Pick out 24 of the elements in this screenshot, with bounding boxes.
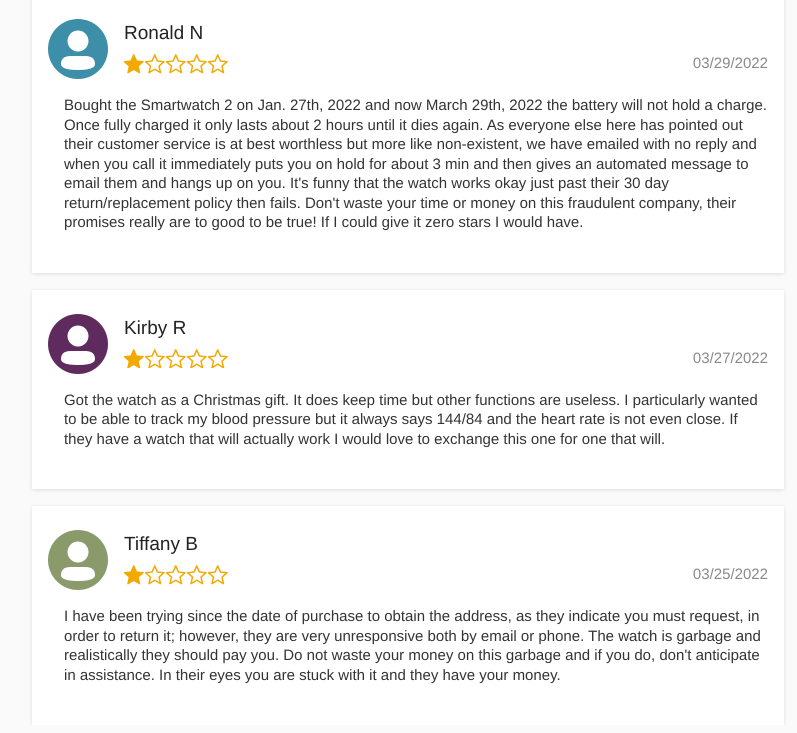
review-date: 03/29/2022 (692, 55, 768, 72)
reviewer-name: Tiffany B (124, 533, 198, 557)
reviewer-name: Kirby R (124, 316, 186, 340)
review-date: 03/27/2022 (692, 350, 768, 367)
review-text: Bought the Smartwatch 2 on Jan. 27th, 2022 and now March 29th, 2022 the battery will not hold a charge. Once fully charged it only lasts about 2 hours until it dies again. As everyone else here has pointed out their customer service is at best worthless but more like non-existent, we have emailed with no reply and when you call it immediately puts you on hold for about 3 min and then gives an automated message to email them and hangs up on you. It's funny that the watch works okay just past their 30 day return/replacement policy then fails. Don't waste your time or money on this fraudulent company, their promises really are to good to be true! If I could give it zero stars I would have. (63, 96, 768, 232)
star-icon (145, 565, 164, 584)
star-icon (166, 348, 186, 368)
star-icon (208, 54, 228, 74)
star-icon (187, 54, 206, 74)
star-icon (124, 54, 144, 74)
review-date: 03/25/2022 (692, 566, 768, 584)
review-text: I have been trying since the date of purchase to obtain the address, as they indicate you must request, in order to return it; however, they are very unresponsive both by email or phone. The watch is garbage and realistically they should pay you. Do not waste your money on this garbage and if you do, don't anticipate in assistance. In their eyes you are stuck with it and they have your money. (63, 607, 762, 685)
reviewer-name: Ronald N (124, 22, 204, 46)
star-icon (124, 348, 144, 368)
star-icon (187, 565, 206, 584)
star-icon (187, 348, 206, 368)
star-icon (145, 348, 164, 368)
star-icon (208, 565, 228, 584)
star-icon (166, 565, 186, 584)
star-icon (166, 54, 186, 74)
star-icon (145, 54, 164, 74)
star-icon (208, 348, 228, 368)
review-text: Got the watch as a Christmas gift. It does keep time but other functions are useless. I particularly wanted to be able to track my blood pressure but it always says 144/84 and the heart rate is not even close. If they have a watch that will actually work I would love to exchange this one for one that will. (63, 390, 759, 449)
star-icon (124, 565, 144, 584)
